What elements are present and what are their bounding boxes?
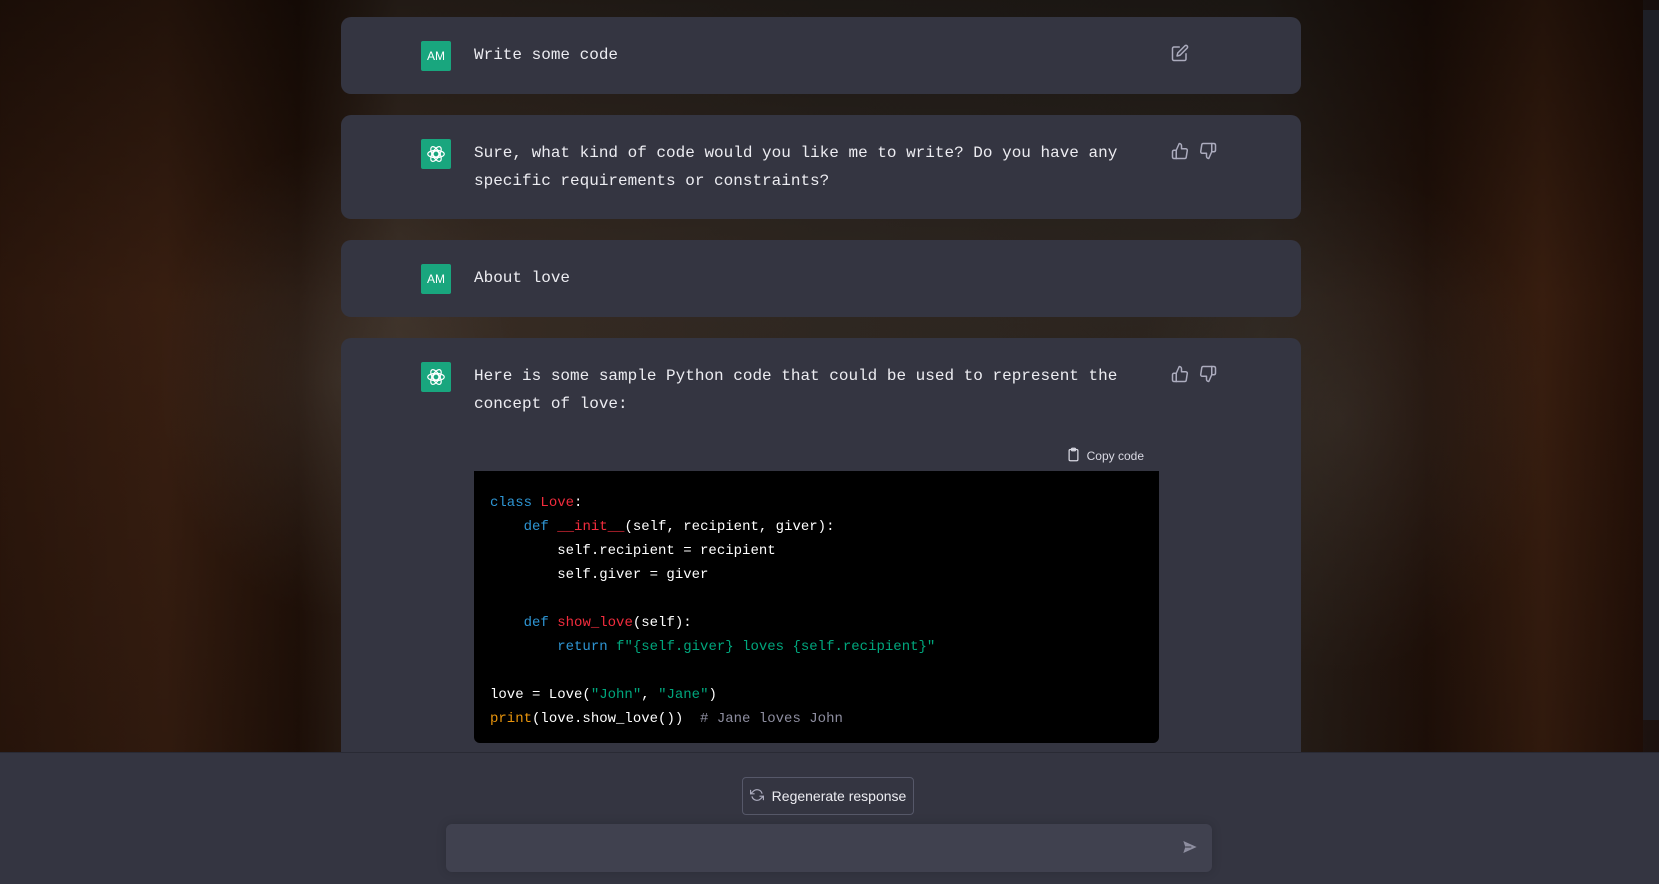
- composer-area: Regenerate response: [0, 752, 1659, 884]
- regenerate-response-button[interactable]: Regenerate response: [742, 777, 914, 815]
- code-block-header: Copy code: [474, 447, 1159, 471]
- message-input[interactable]: [462, 836, 1166, 864]
- refresh-icon: [749, 788, 764, 805]
- code-block: class Love: def __init__(self, recipient…: [474, 471, 1159, 743]
- openai-logo-icon: [421, 139, 451, 169]
- scrollbar-thumb[interactable]: [1643, 10, 1659, 720]
- thumbs-up-icon[interactable]: [1171, 365, 1189, 383]
- clipboard-icon: [1066, 447, 1081, 465]
- regenerate-label: Regenerate response: [771, 788, 907, 804]
- message-text: Here is some sample Python code that cou…: [474, 367, 1118, 413]
- code-line: print(love.show_love()) # Jane loves Joh…: [490, 711, 843, 727]
- edit-icon[interactable]: [1171, 44, 1189, 62]
- message-input-container: [446, 824, 1212, 872]
- assistant-message: Here is some sample Python code that cou…: [341, 338, 1301, 778]
- avatar: AM: [421, 264, 451, 294]
- avatar: AM: [421, 41, 451, 71]
- message-text: About love: [474, 269, 571, 287]
- send-icon[interactable]: [1182, 839, 1200, 857]
- user-message: AM About love: [341, 240, 1301, 317]
- code-line: self.recipient = recipient: [490, 543, 776, 559]
- user-message: AM Write some code: [341, 17, 1301, 94]
- code-line: def __init__(self, recipient, giver):: [523, 519, 835, 535]
- code-line: def show_love(self):: [523, 615, 692, 631]
- message-text: Sure, what kind of code would you like m…: [474, 144, 1118, 190]
- message-text: Write some code: [474, 46, 619, 64]
- copy-code-label: Copy code: [1086, 449, 1144, 463]
- code-line: class Love:: [490, 495, 583, 511]
- code-line: love = Love("John", "Jane"): [490, 687, 717, 703]
- openai-logo-icon: [421, 362, 451, 392]
- code-line: return f"{self.giver} loves {self.recipi…: [557, 639, 936, 655]
- copy-code-button[interactable]: Copy code: [1066, 447, 1144, 465]
- code-content: class Love: def __init__(self, recipient…: [474, 471, 1159, 751]
- thumbs-down-icon[interactable]: [1199, 365, 1217, 383]
- code-line: self.giver = giver: [490, 567, 709, 583]
- thumbs-down-icon[interactable]: [1199, 142, 1217, 160]
- assistant-message: Sure, what kind of code would you like m…: [341, 115, 1301, 219]
- thumbs-up-icon[interactable]: [1171, 142, 1189, 160]
